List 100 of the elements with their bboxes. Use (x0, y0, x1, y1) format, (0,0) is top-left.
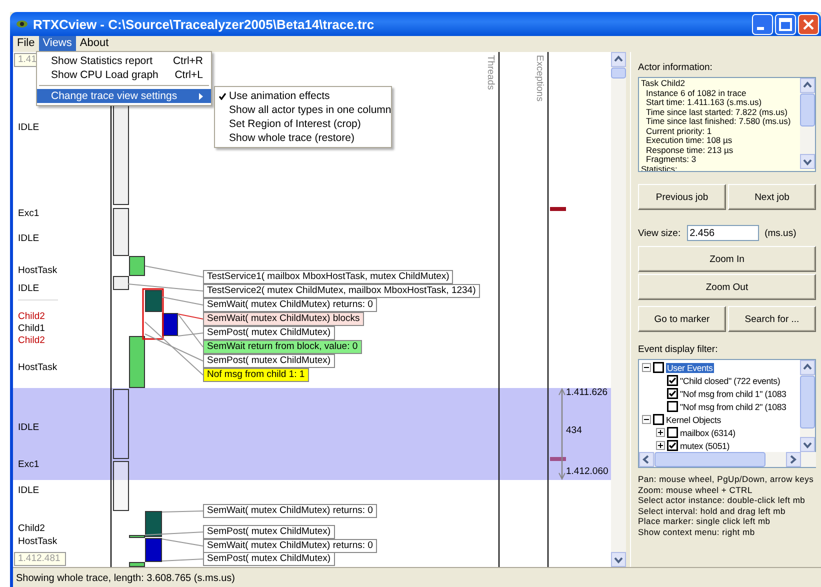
info-line: Instance 6 of 1082 in trace (645, 88, 748, 98)
tree-item[interactable]: "Nof msg from child 1" (1083 (680, 388, 786, 398)
push-button[interactable]: Search for ... (728, 306, 816, 332)
menu-item[interactable]: Show all actor types in one column (215, 103, 391, 117)
info-line: Fragments: 3 (645, 155, 698, 164)
execution-bar (129, 336, 145, 388)
actor-label: Child2 (18, 523, 45, 534)
time-field: 1.412.481 (14, 552, 66, 566)
interval-time: 434 (566, 425, 582, 436)
submenu-arrow-icon (199, 92, 203, 100)
actor-label: Child2 (18, 311, 45, 322)
tree-item[interactable]: mailbox (6314) (680, 428, 736, 438)
scroll-right-button[interactable] (786, 452, 801, 467)
event-label: TestService2( mutex ChildMutex, mailbox MboxHostTask, 1234) (203, 284, 480, 298)
checkbox[interactable] (653, 362, 664, 373)
help-text: Select interval: hold and drag left mb (638, 506, 786, 516)
checkbox[interactable] (653, 414, 664, 425)
expand-icon[interactable] (656, 441, 665, 450)
execution-bar (113, 276, 129, 290)
push-button[interactable]: Next job (728, 184, 816, 210)
actor-label: HostTask (18, 265, 58, 276)
info-line: Time since last finished: 7.580 (ms.us) (645, 117, 792, 126)
checkbox[interactable] (667, 388, 678, 399)
tree-item[interactable]: User Events (666, 362, 714, 372)
maximize-button[interactable] (775, 14, 796, 34)
scroll-up-button[interactable] (611, 52, 626, 67)
event-label: SemWait( mutex ChildMutex) returns: 0 (203, 539, 377, 553)
scroll-thumb[interactable] (611, 68, 626, 78)
tree-item[interactable]: "Nof msg from child 2" (1083 (680, 402, 786, 412)
scrollbar[interactable] (800, 360, 815, 452)
menu-item[interactable]: About (76, 36, 113, 52)
tree-item[interactable]: Kernel Objects (666, 414, 721, 424)
scroll-down-button[interactable] (800, 437, 815, 452)
menu-item[interactable]: Views (38, 36, 76, 52)
section-label: Event display filter: (638, 344, 719, 355)
menu-item[interactable]: Change trace view settings (37, 89, 211, 103)
leader-line (162, 558, 204, 562)
scroll-thumb[interactable] (800, 94, 815, 126)
scroll-down-button[interactable] (611, 552, 626, 567)
scroll-up-button[interactable] (800, 360, 815, 375)
push-button[interactable]: Previous job (638, 184, 726, 210)
menu-item[interactable]: File (13, 36, 39, 52)
marker (550, 457, 566, 461)
push-button[interactable]: Zoom In (638, 246, 816, 272)
app-icon (16, 20, 28, 28)
view-size-field[interactable]: 2.456 (686, 225, 759, 241)
event-label: SemPost( mutex ChildMutex) (203, 354, 335, 368)
leader-line (162, 510, 204, 512)
column-header: Threads (485, 55, 496, 90)
event-label: SemWait( mutex ChildMutex) returns: 0 (203, 298, 377, 312)
event-label: TestService1( mailbox MboxHostTask, mutex ChildMutex) (203, 270, 454, 284)
checkbox[interactable] (667, 427, 678, 438)
leader-line (162, 296, 204, 306)
collapse-icon[interactable] (642, 415, 651, 424)
checkbox[interactable] (667, 375, 678, 386)
push-button[interactable]: Zoom Out (638, 274, 816, 300)
unit-label: (ms.us) (764, 228, 796, 238)
help-text: Select actor instance: double-click left mb (638, 495, 806, 506)
scroll-left-button[interactable] (639, 452, 654, 467)
actor-label: Exc1 (18, 208, 40, 219)
scroll-thumb[interactable] (800, 376, 815, 428)
help-text: Pan: mouse wheel, PgUp/Down, arrow keys (638, 474, 815, 484)
menu-item[interactable]: Show whole trace (restore) (215, 131, 391, 145)
field-label: View size: (638, 228, 681, 238)
push-button[interactable]: Go to marker (638, 306, 726, 332)
menu-item[interactable]: Set Region of Interest (crop) (215, 117, 391, 131)
info-line: Response time: 213 µs (645, 146, 734, 155)
actor-label: IDLE (18, 283, 40, 294)
scrollbar[interactable] (611, 52, 626, 567)
scroll-down-button[interactable] (800, 154, 815, 169)
leader-line (162, 538, 204, 546)
check-icon (219, 93, 226, 100)
tree-item[interactable]: "Child closed" (722 events) (680, 376, 780, 386)
checkbox[interactable] (667, 440, 678, 451)
scrollbar[interactable] (800, 78, 815, 169)
menu-item[interactable]: Show CPU Load graph Ctrl+L (37, 68, 211, 82)
event-label: SemPost( mutex ChildMutex) (203, 552, 335, 566)
checkbox[interactable] (667, 401, 678, 412)
scroll-up-button[interactable] (800, 78, 815, 93)
execution-bar (113, 389, 129, 459)
close-button[interactable] (798, 14, 819, 34)
collapse-icon[interactable] (642, 363, 651, 372)
event-label: SemWait( mutex ChildMutex) returns: 0 (203, 504, 377, 518)
help-text: Place marker: single click left mb (638, 516, 772, 526)
tree-item[interactable]: mutex (5051) (680, 440, 730, 450)
scroll-thumb[interactable] (654, 452, 766, 467)
event-label: Nof msg from child 1: 1 (203, 368, 309, 382)
actor-label: IDLE (18, 122, 40, 133)
scrollbar[interactable] (639, 452, 816, 467)
expand-icon[interactable] (656, 428, 665, 437)
interval-time: 1.411.626 (566, 387, 608, 398)
minimize-button[interactable] (752, 14, 773, 34)
interval-time: 1.412.060 (566, 466, 608, 477)
actor-label: IDLE (18, 422, 40, 433)
window-title: RTXCview - C:\Source\Tracealyzer2005\Beta14\trace.trc (33, 16, 376, 32)
actor-label: Exc1 (18, 459, 40, 470)
actor-label: HostTask (18, 536, 58, 547)
info-line: Execution time: 108 µs (645, 136, 734, 146)
status-text: Showing whole trace, length: 3.608.765 (s.ms.us) (16, 572, 236, 584)
menu-item[interactable]: Use animation effects (215, 89, 391, 103)
